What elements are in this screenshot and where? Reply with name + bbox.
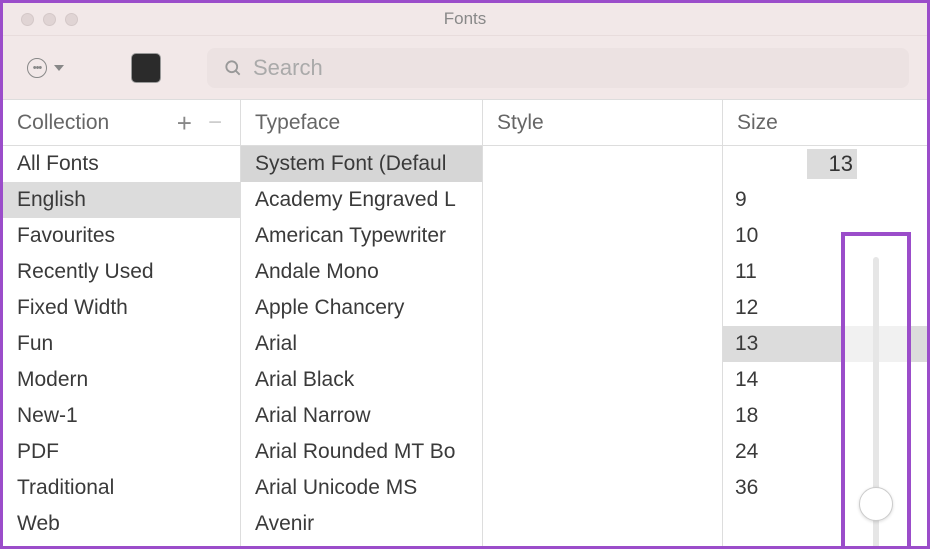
ellipsis-circle-icon: ••• [27,58,47,78]
style-column: Style [483,100,723,546]
remove-collection-button[interactable]: − [204,111,226,135]
collection-list[interactable]: All FontsEnglishFavouritesRecently UsedF… [3,146,240,546]
minimize-window-button[interactable] [43,13,56,26]
list-item[interactable]: Fixed Width [3,290,240,326]
list-item[interactable]: Andale Mono [241,254,482,290]
search-input[interactable] [253,55,893,81]
list-item[interactable]: New-1 [3,398,240,434]
style-header: Style [483,100,722,146]
size-header: Size [723,100,927,146]
toolbar: ••• [3,36,927,100]
collection-column: Collection + − All FontsEnglishFavourite… [3,100,241,546]
size-header-label: Size [737,111,778,135]
chevron-down-icon [54,65,64,71]
list-item[interactable]: Apple Chancery [241,290,482,326]
list-item[interactable]: PDF [3,434,240,470]
size-input[interactable] [807,149,857,179]
list-item[interactable]: Modern [3,362,240,398]
list-item[interactable]: Recently Used [3,254,240,290]
typeface-list[interactable]: System Font (DefaulAcademy Engraved LAme… [241,146,482,546]
collection-header-label: Collection [17,111,109,135]
zoom-window-button[interactable] [65,13,78,26]
search-field-wrap [207,48,909,88]
size-slider-thumb[interactable] [859,487,893,521]
actions-menu-button[interactable]: ••• [21,54,70,82]
size-column: Size 91011121314182436 [723,100,927,546]
list-item[interactable]: American Typewriter [241,218,482,254]
list-item[interactable]: Web [3,506,240,542]
add-collection-button[interactable]: + [173,110,196,136]
list-item[interactable]: All Fonts [3,146,240,182]
list-item[interactable]: Avenir [241,506,482,542]
list-item[interactable]: Academy Engraved L [241,182,482,218]
list-item[interactable]: System Font (Defaul [241,146,482,182]
list-item[interactable]: Arial Black [241,362,482,398]
list-item[interactable]: Traditional [3,470,240,506]
size-slider[interactable] [873,257,879,546]
style-list[interactable] [483,146,722,546]
typeface-column: Typeface System Font (DefaulAcademy Engr… [241,100,483,546]
size-slider-highlight [841,232,911,546]
window-title: Fonts [3,9,927,29]
list-item[interactable]: Arial [241,326,482,362]
collection-header: Collection + − [3,100,240,146]
typeface-header: Typeface [241,100,482,146]
list-item[interactable]: Arial Narrow [241,398,482,434]
text-color-well[interactable] [131,53,161,83]
list-item[interactable]: 9 [723,182,927,218]
list-item[interactable]: Arial Unicode MS [241,470,482,506]
titlebar: Fonts [3,3,927,36]
typeface-header-label: Typeface [255,111,340,135]
close-window-button[interactable] [21,13,34,26]
search-icon [223,58,243,78]
list-item[interactable]: English [3,182,240,218]
list-item[interactable]: Arial Rounded MT Bo [241,434,482,470]
list-item[interactable]: Favourites [3,218,240,254]
list-item[interactable]: Fun [3,326,240,362]
style-header-label: Style [497,111,544,135]
